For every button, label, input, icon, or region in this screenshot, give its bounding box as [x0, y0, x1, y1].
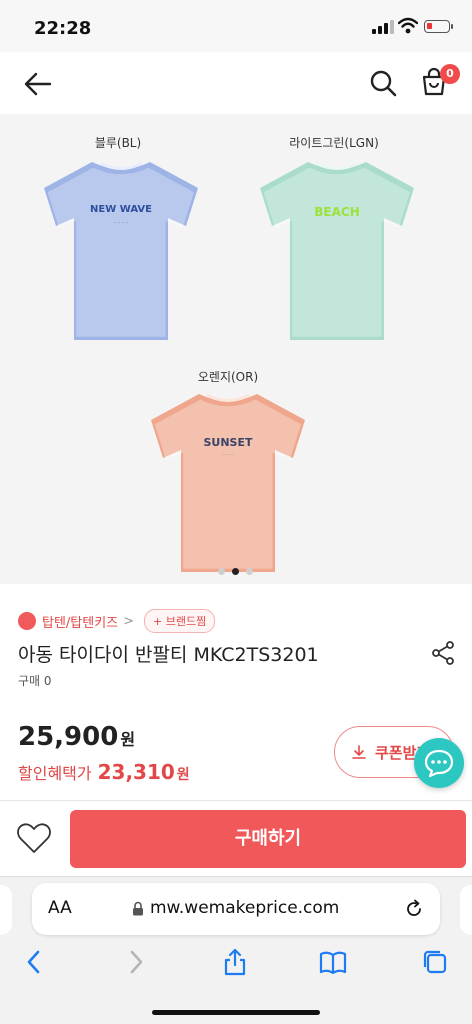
- reload-icon[interactable]: [404, 899, 424, 919]
- tshirt-print-lightgreen: BEACH: [314, 205, 359, 219]
- original-price: 25,900: [18, 722, 119, 752]
- status-time: 22:28: [34, 18, 92, 39]
- brand-like-button[interactable]: + 브랜드찜: [144, 609, 216, 633]
- carousel-dot-active[interactable]: [232, 568, 239, 575]
- buy-button[interactable]: 구매하기: [70, 810, 466, 868]
- share-icon[interactable]: [220, 947, 250, 977]
- wifi-icon: [398, 17, 418, 34]
- chat-button[interactable]: [414, 738, 464, 788]
- tshirt-image-blue: NEW WAVE · · · · · ·: [44, 161, 198, 340]
- variant-label-blue: 블루(BL): [94, 136, 142, 150]
- svg-text:· · · · · ·: · · · · · ·: [114, 220, 128, 225]
- discount-row: 할인혜택가 23,310 원: [18, 760, 190, 784]
- tshirt-print-blue: NEW WAVE: [90, 204, 152, 215]
- status-bar: 22:28: [0, 0, 472, 52]
- svg-text:· · · · ·: · · · · ·: [222, 452, 233, 457]
- reader-aa-button[interactable]: AA: [48, 898, 72, 918]
- address-bar[interactable]: AA mw.wemakeprice.com: [32, 883, 440, 935]
- discount-unit: 원: [176, 767, 190, 783]
- arrow-left-icon[interactable]: [22, 68, 54, 100]
- lock-icon: [133, 901, 143, 916]
- variant-label-lightgreen: 라이트그린(LGN): [289, 136, 379, 150]
- search-icon[interactable]: [368, 68, 398, 98]
- heart-icon[interactable]: [16, 821, 52, 855]
- previous-tab-peek[interactable]: [0, 885, 12, 935]
- url-text: mw.wemakeprice.com: [150, 898, 340, 918]
- variant-label-orange: 오렌지(OR): [197, 370, 259, 384]
- brand-badge-icon: [18, 612, 36, 630]
- discount-price: 23,310: [97, 760, 175, 784]
- carousel-dot[interactable]: [246, 568, 253, 575]
- download-icon: [352, 745, 366, 759]
- product-title: 아동 타이다이 반팔티 MKC2TS3201: [18, 644, 319, 666]
- tabs-icon[interactable]: [420, 947, 450, 977]
- browser-toolbar: AA mw.wemakeprice.com: [0, 876, 472, 1024]
- tshirt-image-orange: SUNSET · · · · ·: [151, 393, 305, 572]
- chat-bubble-icon: [424, 749, 454, 778]
- brand-row: 탑텐/탑텐키즈 > + 브랜드찜: [18, 609, 216, 633]
- next-tab-peek[interactable]: [460, 885, 472, 935]
- carousel-dots: [218, 568, 258, 576]
- product-image-gallery[interactable]: 블루(BL) 라이트그린(LGN) 오렌지(OR) NEW WAVE · · ·…: [0, 114, 472, 584]
- home-indicator: [152, 1010, 320, 1015]
- tshirt-print-orange: SUNSET: [203, 436, 252, 449]
- purchase-count: 구매 0: [18, 674, 52, 688]
- app-header: 0: [0, 52, 472, 114]
- price-row: 25,900 원: [18, 722, 135, 752]
- share-icon[interactable]: [430, 640, 456, 666]
- bookmarks-icon[interactable]: [318, 947, 348, 977]
- brand-link[interactable]: 탑텐/탑텐키즈: [42, 612, 118, 631]
- cellular-signal-icon: [372, 20, 394, 34]
- chevron-right-icon: >: [123, 613, 135, 629]
- back-chevron-icon[interactable]: [20, 947, 50, 977]
- price-unit: 원: [120, 730, 136, 749]
- product-info-sheet: 탑텐/탑텐키즈 > + 브랜드찜 아동 타이다이 반팔티 MKC2TS3201 …: [0, 588, 472, 800]
- carousel-dot[interactable]: [218, 568, 225, 575]
- buy-bar: 구매하기: [0, 800, 472, 876]
- forward-chevron-icon[interactable]: [120, 947, 150, 977]
- cart-count-badge: 0: [440, 64, 460, 84]
- tshirt-image-lightgreen: BEACH: [260, 161, 414, 340]
- battery-low-icon: [424, 20, 453, 33]
- discount-label: 할인혜택가: [18, 764, 92, 783]
